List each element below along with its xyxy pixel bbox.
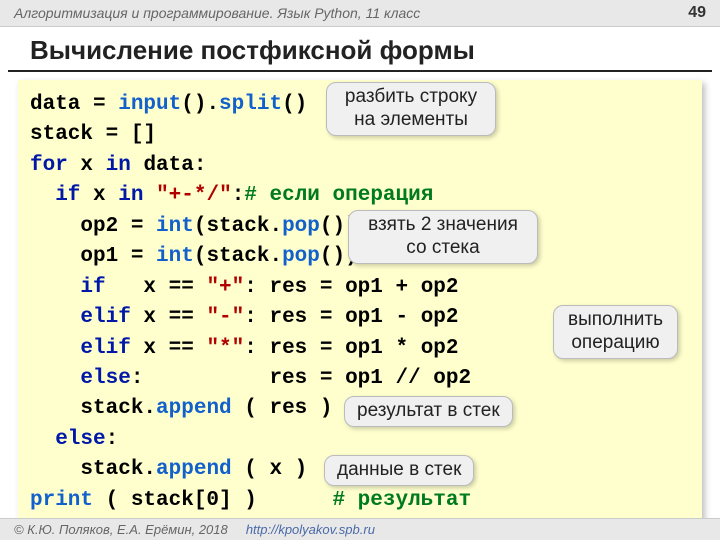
code-line-10: else: res = op1 // op2 [30,364,690,394]
copyright: © К.Ю. Поляков, Е.А. Ерёмин, 2018 [14,522,228,537]
code-line-3: for x in data: [30,151,690,181]
slide-footer: © К.Ю. Поляков, Е.А. Ерёмин, 2018 http:/… [0,518,720,540]
callout-data-push: данные в стек [324,455,474,486]
code-line-14: print ( stack[0] ) # результат [30,486,690,516]
footer-url: http://kpolyakov.spb.ru [246,522,375,537]
code-line-7: if x == "+": res = op1 + op2 [30,273,690,303]
slide-title: Вычисление постфиксной формы [8,27,712,72]
page-number: 49 [688,4,706,22]
callout-split: разбить строку на элементы [326,82,496,136]
course-name: Алгоритмизация и программирование. Язык … [14,5,420,21]
callout-pop: взять 2 значения со стека [348,210,538,264]
code-block: data = input().split() stack = [] for x … [18,80,702,528]
code-line-4: if x in "+-*/":# если операция [30,181,690,211]
callout-res-push: результат в стек [344,396,513,427]
slide-header: Алгоритмизация и программирование. Язык … [0,0,720,27]
code-line-12: else: [30,425,690,455]
callout-op: выполнить операцию [553,305,678,359]
